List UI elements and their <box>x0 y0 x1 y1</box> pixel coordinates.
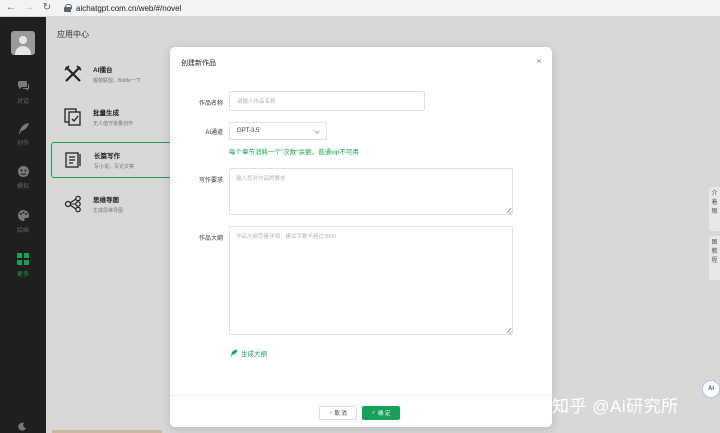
close-icon[interactable]: × <box>534 56 544 66</box>
create-work-modal: 创建新作品 × 作品名称 请输入作品名称 AI通道 GPT-3.5 每个章节消耗… <box>170 47 552 427</box>
channel-label: AI通道 <box>205 130 223 136</box>
moon-icon[interactable] <box>18 422 28 432</box>
side-tab-tutorial[interactable]: 图 教 程 <box>709 236 720 280</box>
resize-handle-icon[interactable] <box>506 328 511 333</box>
ai-channel-value: GPT-3.5 <box>237 128 260 134</box>
check-icon: ✓ <box>371 410 377 416</box>
requirement-textarea[interactable]: 输入您对作品的要求 <box>229 168 513 215</box>
rail-item-simulate[interactable]: 模拟 <box>0 157 46 197</box>
work-name-placeholder: 请输入作品名称 <box>237 99 276 105</box>
ai-float-label: AI <box>708 386 714 392</box>
browser-toolbar: ← → ↻ aichatgpt.com.cn/web/#/novel <box>0 0 720 17</box>
mindmap-icon <box>62 193 84 215</box>
address-bar[interactable]: aichatgpt.com.cn/web/#/novel <box>64 4 181 13</box>
chevron-down-icon <box>314 128 320 134</box>
rail-label-paint: 绘画 <box>16 228 29 234</box>
generate-outline-button[interactable]: 生成大纲 <box>230 348 267 358</box>
left-rail: 对话 创作 模拟 绘画 更多 <box>0 17 46 433</box>
palette-icon <box>16 208 30 222</box>
rail-item-chat[interactable]: 对话 <box>0 72 46 112</box>
batch-doc-icon <box>62 106 84 128</box>
ai-channel-select[interactable]: GPT-3.5 <box>229 122 327 140</box>
side-tab-intro[interactable]: 介 着 眼 <box>709 187 720 231</box>
cancel-x-icon: × <box>329 410 333 416</box>
reload-button[interactable]: ↻ <box>42 3 52 13</box>
mask-icon <box>16 164 30 178</box>
back-button[interactable]: ← <box>6 3 16 13</box>
outline-placeholder: 作品大纲尽量详细，建议字数不超过3000 <box>236 234 337 240</box>
cancel-button[interactable]: × 取 消 <box>319 406 357 420</box>
feather-icon <box>16 121 30 135</box>
rail-label-simulate: 模拟 <box>16 184 29 190</box>
app-card-title: 长篇写作 <box>94 153 120 160</box>
app-card-desc: 靓丽联盟，Battle一下 <box>93 78 141 84</box>
long-doc-icon <box>63 149 85 171</box>
watermark: 知乎 @Ai研究所 <box>552 397 679 416</box>
grid-icon <box>16 252 30 266</box>
app-card-desc: 生成思维导图 <box>93 208 124 214</box>
app-card-title: 批量生成 <box>93 110 119 117</box>
avatar[interactable] <box>11 31 35 55</box>
requirement-placeholder: 输入您对作品的要求 <box>236 176 286 182</box>
cancel-label: 取 消 <box>334 411 347 417</box>
side-tab-char: 眼 <box>711 209 718 215</box>
side-tab-char: 程 <box>711 258 718 264</box>
app-card-title: AI擂台 <box>93 67 113 74</box>
generate-outline-label: 生成大纲 <box>241 351 267 358</box>
rail-item-more[interactable]: 更多 <box>0 245 46 285</box>
outline-label: 作品大纲 <box>198 236 223 242</box>
rail-label-chat: 对话 <box>16 99 29 105</box>
app-card-desc: 写小说，写论文等 <box>94 164 135 170</box>
resize-handle-icon[interactable] <box>506 208 511 213</box>
url-text: aichatgpt.com.cn/web/#/novel <box>76 3 182 13</box>
work-name-input[interactable]: 请输入作品名称 <box>229 91 425 111</box>
modal-footer-divider <box>170 395 552 396</box>
channel-hint: 每个章节消耗一个"次数"余额，普通vip不可用 <box>229 149 359 156</box>
app-card-title: 思维导图 <box>93 197 119 204</box>
side-tab-char: 介 <box>711 191 718 197</box>
outline-textarea[interactable]: 作品大纲尽量详细，建议字数不超过3000 <box>229 226 513 335</box>
rail-item-paint[interactable]: 绘画 <box>0 201 46 241</box>
side-tab-char: 图 <box>711 240 718 246</box>
ai-float-button[interactable]: AI <box>702 380 720 398</box>
forward-button[interactable]: → <box>24 3 34 13</box>
panel-title: 应用中心 <box>57 30 89 39</box>
modal-title: 创建新作品 <box>181 60 216 67</box>
rail-label-more: 更多 <box>16 272 29 278</box>
confirm-label: 确 定 <box>378 411 391 417</box>
confirm-button[interactable]: ✓ 确 定 <box>362 406 400 420</box>
leaf-icon <box>231 349 238 357</box>
chat-icon <box>16 79 30 93</box>
rail-item-create[interactable]: 创作 <box>0 114 46 154</box>
requirement-label: 写作要求 <box>198 178 223 184</box>
app-card-desc: 无人值守批量创作 <box>93 121 134 127</box>
side-tab-char: 着 <box>711 200 718 206</box>
crossed-swords-icon <box>62 63 84 85</box>
rail-label-create: 创作 <box>16 141 29 147</box>
name-label: 作品名称 <box>198 101 223 107</box>
side-tab-char: 教 <box>711 249 718 255</box>
lock-icon <box>64 4 72 12</box>
